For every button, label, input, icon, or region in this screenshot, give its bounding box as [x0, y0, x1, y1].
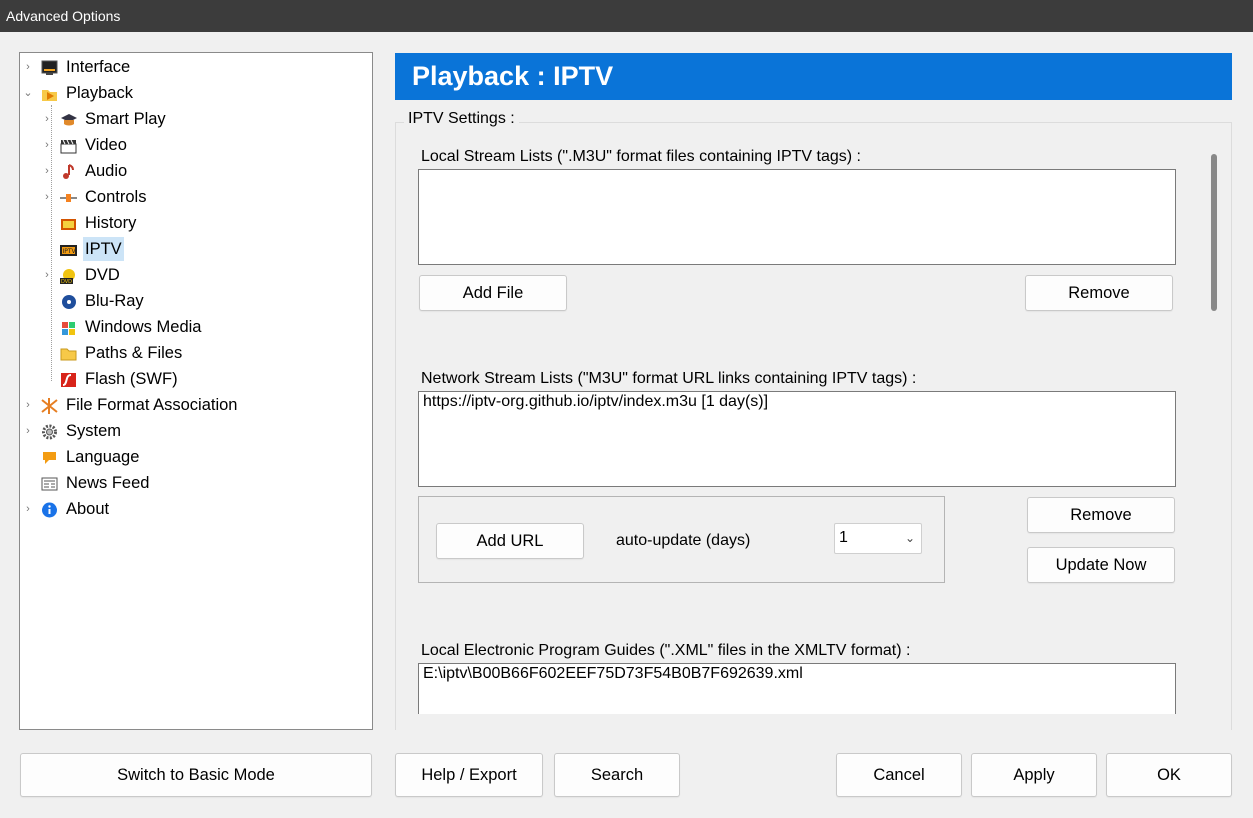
graduation-cap-icon [60, 111, 77, 127]
clapperboard-icon [60, 137, 77, 154]
add-url-button[interactable]: Add URL [436, 523, 584, 559]
bluray-icon [60, 293, 77, 309]
tree-item-label: Blu-Ray [85, 292, 144, 310]
chevron-down-icon: ⌄ [904, 531, 915, 545]
remove-network-button[interactable]: Remove [1027, 497, 1175, 533]
flash-icon [60, 371, 77, 387]
tree-item-label: Video [85, 136, 127, 154]
window-title: Advanced Options [0, 0, 1253, 32]
tree-item-label: Smart Play [85, 110, 166, 128]
epg-listbox[interactable]: E:\iptv\B00B66F602EEF75D73F54B0B7F692639… [418, 663, 1176, 714]
update-now-button[interactable]: Update Now [1027, 547, 1175, 583]
monitor-icon [41, 59, 58, 75]
auto-update-select[interactable]: 1 ⌄ [834, 523, 922, 554]
apply-button[interactable]: Apply [971, 753, 1097, 797]
chevron-right-icon[interactable]: › [41, 133, 53, 157]
epg-list-item[interactable]: E:\iptv\B00B66F602EEF75D73F54B0B7F692639… [423, 665, 1171, 683]
play-folder-icon [41, 85, 58, 101]
tree-item-label: System [66, 422, 122, 440]
help-export-button[interactable]: Help / Export [395, 753, 543, 797]
network-lists-label: Network Stream Lists ("M3U" format URL l… [421, 370, 917, 387]
chevron-right-icon[interactable]: › [41, 107, 53, 131]
auto-update-value: 1 [839, 529, 848, 546]
chevron-right-icon[interactable]: › [22, 497, 34, 521]
tree-item-label: Audio [85, 162, 128, 180]
tv-icon: IPTV [60, 241, 77, 257]
search-button[interactable]: Search [554, 753, 680, 797]
tree-item-label: Language [66, 448, 140, 466]
svg-text:DVD: DVD [61, 279, 72, 284]
auto-update-label: auto-update (days) [616, 532, 751, 549]
dvd-icon: DVD [60, 267, 77, 285]
network-lists-listbox[interactable]: https://iptv-org.github.io/iptv/index.m3… [418, 391, 1176, 487]
chevron-right-icon[interactable]: › [41, 159, 53, 183]
network-list-item[interactable]: https://iptv-org.github.io/iptv/index.m3… [423, 393, 1171, 411]
chevron-down-icon[interactable]: ⌄ [22, 81, 34, 105]
folder-icon [60, 345, 77, 361]
switch-basic-mode-button[interactable]: Switch to Basic Mode [20, 753, 372, 797]
tree-item-label: DVD [85, 266, 120, 284]
chevron-right-icon[interactable]: › [41, 185, 53, 209]
local-lists-label: Local Stream Lists (".M3U" format files … [421, 148, 861, 165]
remove-local-button[interactable]: Remove [1025, 275, 1173, 311]
windows-media-icon [60, 319, 77, 335]
history-icon [60, 215, 77, 231]
tree-item-label: Controls [85, 188, 147, 206]
slider-icon [60, 189, 77, 205]
tree-item-label: File Format Association [66, 396, 238, 414]
scrollbar-thumb[interactable] [1211, 154, 1217, 311]
newspaper-icon [41, 475, 58, 491]
tree-item-label: Playback [66, 84, 133, 102]
cancel-button[interactable]: Cancel [836, 753, 962, 797]
tree-item-label: IPTV [83, 237, 124, 261]
epg-label: Local Electronic Program Guides (".XML" … [421, 642, 911, 659]
tree-item-label: Windows Media [85, 318, 202, 336]
language-icon [41, 449, 58, 465]
tree-item-label: Interface [66, 58, 131, 76]
tree-item-label: Paths & Files [85, 344, 183, 362]
chevron-right-icon[interactable]: › [41, 263, 53, 287]
local-lists-listbox[interactable] [418, 169, 1176, 265]
chevron-right-icon[interactable]: › [22, 55, 34, 79]
chevron-right-icon[interactable]: › [22, 419, 34, 443]
tree-item-label: History [85, 214, 137, 232]
settings-scroll-area[interactable]: Local Stream Lists (".M3U" format files … [396, 130, 1204, 714]
add-file-button[interactable]: Add File [419, 275, 567, 311]
svg-text:IPTV: IPTV [63, 248, 77, 255]
tree-item-label: News Feed [66, 474, 150, 492]
ok-button[interactable]: OK [1106, 753, 1232, 797]
tree-item-label: Flash (SWF) [85, 370, 178, 388]
tree-item-label: About [66, 500, 110, 518]
file-association-icon [41, 397, 58, 414]
music-note-icon [60, 163, 77, 179]
chevron-right-icon[interactable]: › [22, 393, 34, 417]
group-title: IPTV Settings : [404, 110, 519, 128]
gear-icon [41, 423, 58, 440]
page-title: Playback : IPTV [395, 53, 1232, 100]
info-icon [41, 501, 58, 518]
